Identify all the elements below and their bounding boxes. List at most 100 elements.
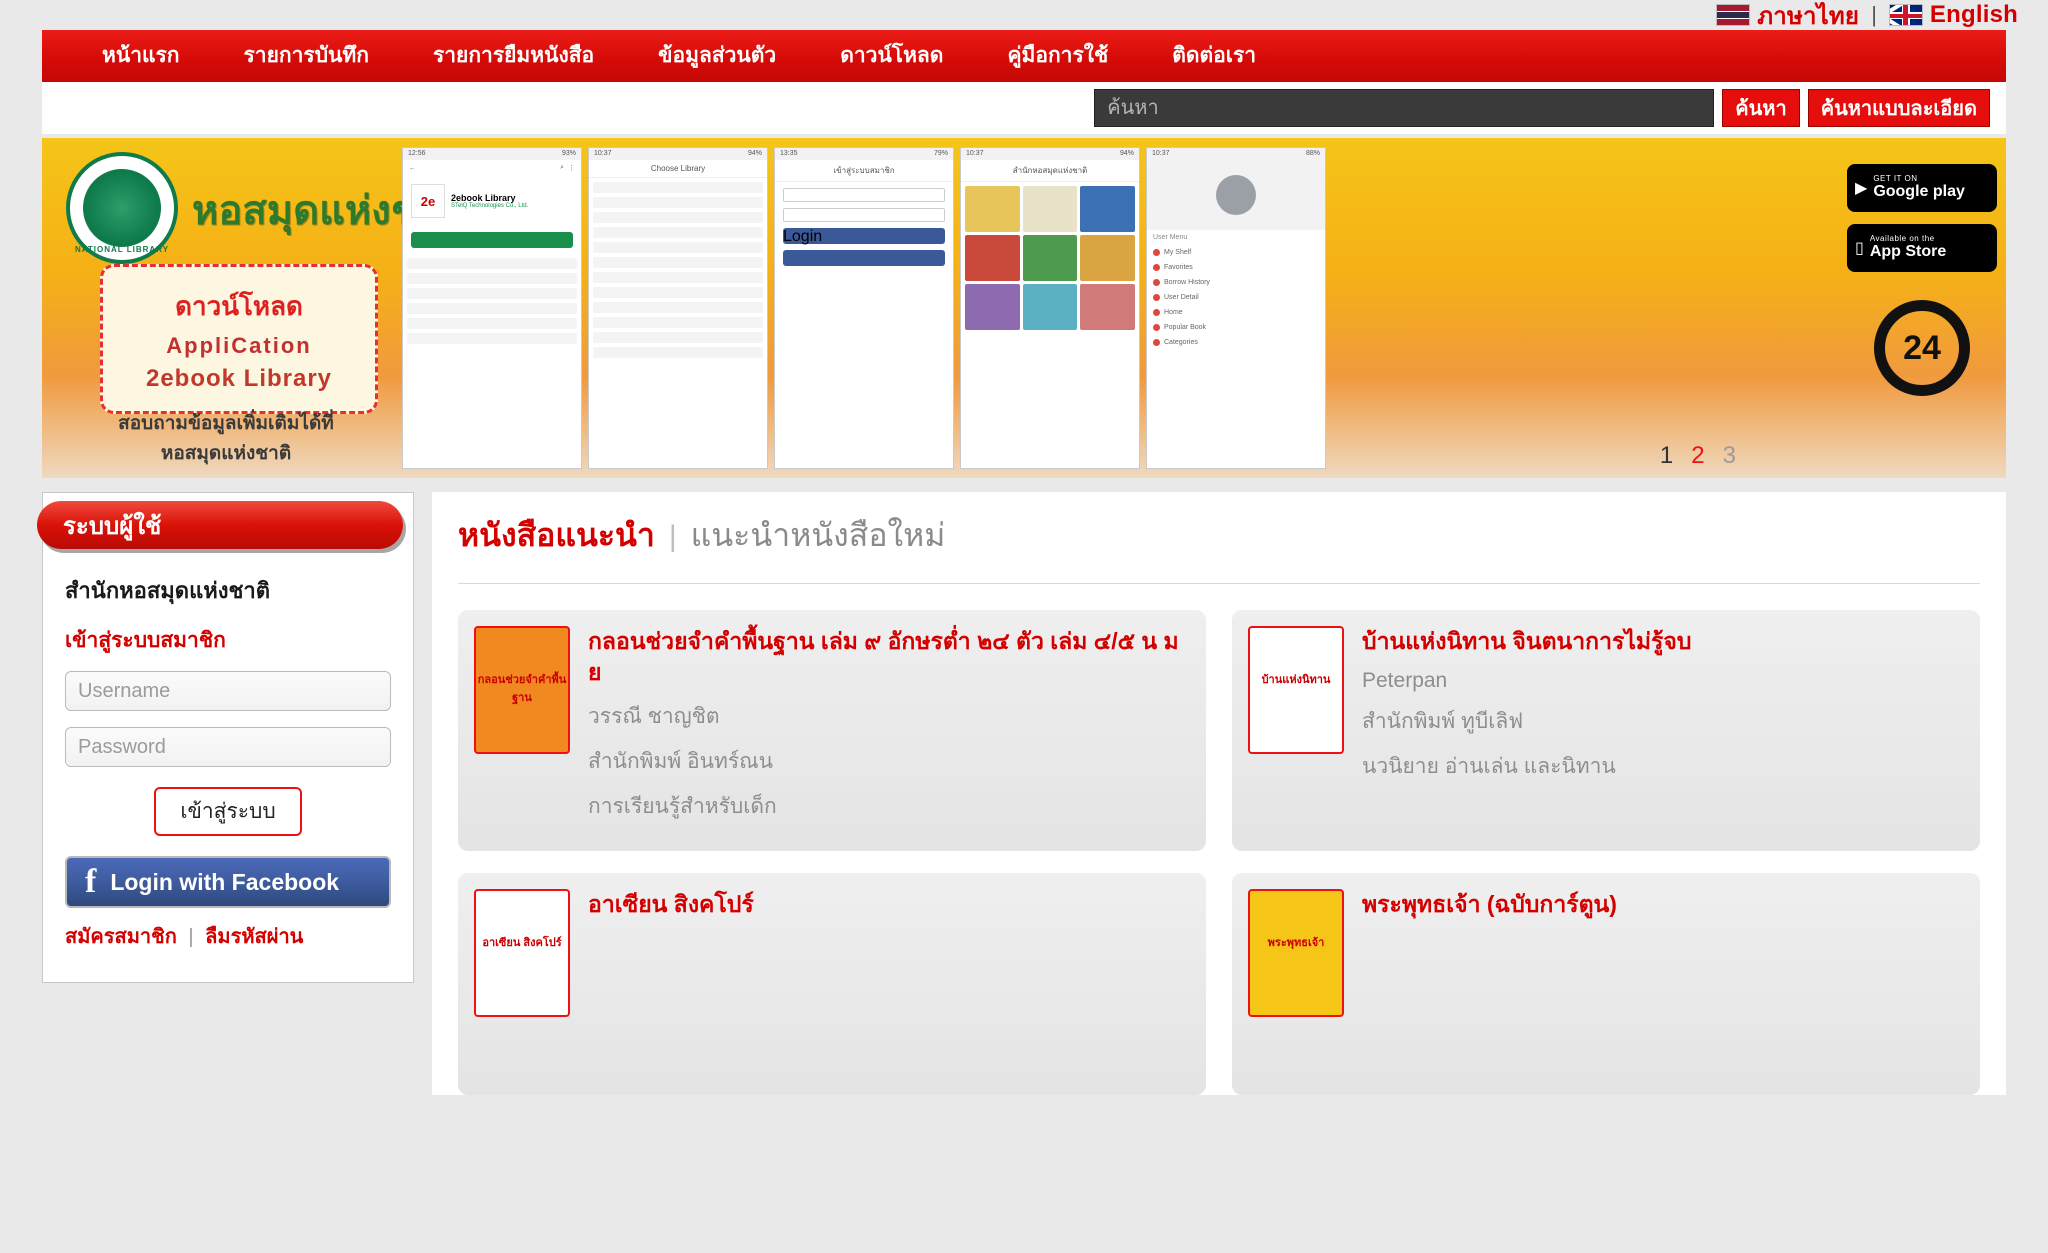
back-arrow-icon: ←: [409, 164, 416, 172]
book-cover-label: พระพุทธเจ้า: [1267, 937, 1325, 950]
apple-device-icon: ▯: [1855, 240, 1864, 257]
phone-screenshot-2: 10:37 94% Choose Library: [588, 147, 768, 469]
advanced-search-button[interactable]: ค้นหาแบบละเอียด: [1807, 89, 1990, 127]
lang-separator: |: [1871, 2, 1877, 27]
facebook-login-button[interactable]: f Login with Facebook: [65, 856, 391, 908]
phone5-time: 10:37: [1152, 150, 1170, 157]
google-play-label: Google play: [1873, 182, 1965, 200]
forgot-password-link[interactable]: ลืมรหัสผ่าน: [205, 926, 303, 948]
tab-new-books[interactable]: แนะนำหนังสือใหม่: [691, 510, 946, 561]
phone3-title: เข้าสู่ระบบสมาชิก: [775, 160, 953, 182]
app-store-label: App Store: [1869, 242, 1947, 260]
service-24h-icon: 24: [1874, 300, 1970, 396]
app-screenshot-gallery: 12:56 93% ← ⌕ ⋮ 2e 2ebook Library STelQ Tec…: [402, 138, 1838, 478]
phone2-battery: 94%: [747, 150, 762, 157]
nav-item-borrow-list[interactable]: รายการยืมหนังสือ: [401, 30, 626, 82]
tab-recommended-books[interactable]: หนังสือแนะนำ: [458, 510, 655, 561]
nav-item-home[interactable]: หน้าแรก: [70, 30, 212, 82]
carousel-pagination: 1 2 3: [1660, 442, 1736, 470]
section-tabs: หนังสือแนะนำ | แนะนำหนังสือใหม่: [458, 510, 1980, 584]
book-cover: บ้านแห่งนิทาน: [1248, 626, 1344, 754]
book-title: กลอนช่วยจำคำพื้นฐาน เล่ม ๙ อักษรต่ำ ๒๔ ต…: [588, 628, 1179, 686]
bubble-line-appname: 2ebook Library: [145, 364, 333, 392]
book-category: นวนิยาย อ่านเล่น และนิทาน: [1362, 755, 1616, 779]
login-button[interactable]: เข้าสู่ระบบ: [154, 787, 302, 836]
book-cover: อาเซียน สิงคโปร์: [474, 889, 570, 1018]
app-store-badge[interactable]: ▯ Available on the App Store: [1847, 224, 1997, 272]
phone-screenshot-4: 10:37 94% สำนักหอสมุดแห่งชาติ: [960, 147, 1140, 469]
phone4-time: 10:37: [966, 150, 984, 157]
national-library-logo-icon: NATIONAL LIBRARY: [66, 152, 178, 264]
lang-option-thai[interactable]: ภาษาไทย: [1716, 0, 1859, 35]
book-cover-label: อาเซียน สิงคโปร์: [482, 937, 562, 950]
book-card[interactable]: บ้านแห่งนิทาน บ้านแห่งนิทาน จินตนาการไม่…: [1232, 610, 1980, 852]
phone4-battery: 94%: [1119, 150, 1134, 157]
logo-ring-text: NATIONAL LIBRARY: [74, 245, 170, 254]
user-detail-icon: [1153, 294, 1160, 301]
popular-icon: [1153, 324, 1160, 331]
thai-flag-icon: [1716, 4, 1751, 26]
carousel-page-3[interactable]: 3: [1723, 442, 1736, 470]
carousel-page-2[interactable]: 2: [1691, 442, 1704, 470]
nav-item-manual[interactable]: คู่มือการใช้: [975, 30, 1140, 82]
lang-english-label: English: [1929, 1, 2018, 28]
facebook-login-label: Login with Facebook: [110, 868, 340, 895]
nav-item-download[interactable]: ดาวน์โหลด: [808, 30, 975, 82]
phone-screenshot-1: 12:56 93% ← ⌕ ⋮ 2e 2ebook Library STelQ Tec…: [402, 147, 582, 469]
promo-banner[interactable]: NATIONAL LIBRARY หอสมุดแห่งชาติ ดาวน์โหล…: [42, 138, 2006, 478]
search-input[interactable]: [1094, 89, 1715, 127]
password-input[interactable]: [65, 727, 391, 767]
book-title: บ้านแห่งนิทาน จินตนาการไม่รู้จบ: [1362, 628, 1692, 654]
book-title: พระพุทธเจ้า (ฉบับการ์ตูน): [1362, 891, 1617, 918]
username-input[interactable]: [65, 671, 391, 711]
book-publisher: สำนักพิมพ์ ทูบีเลิฟ: [1362, 710, 1524, 734]
phone3-time: 13:35: [780, 150, 798, 157]
lang-option-english[interactable]: English: [1888, 1, 2018, 29]
service-24h-label: 24: [1903, 328, 1941, 367]
phone2-title: Choose Library: [589, 160, 767, 178]
user-login-panel: ระบบผู้ใช้ สำนักหอสมุดแห่งชาติ เข้าสู่ระ…: [37, 492, 414, 983]
phone3-login-button: Login: [783, 228, 945, 245]
banner-footer-note: สอบถามข้อมูลเพิ่มเติมได้ที่ หอสมุดแห่งชา…: [118, 413, 334, 464]
bubble-line-download: ดาวน์โหลด: [175, 290, 303, 321]
google-play-icon: ▶: [1855, 180, 1868, 197]
app-logo-icon: 2e: [411, 184, 445, 218]
book-cover-label: กลอนช่วยจำคำพื้นฐาน: [477, 674, 567, 705]
lang-thai-label: ภาษาไทย: [1757, 2, 1860, 30]
page-content: ระบบผู้ใช้ สำนักหอสมุดแห่งชาติ เข้าสู่ระ…: [37, 492, 2006, 1096]
phone1-battery: 93%: [561, 150, 576, 157]
tab-separator: |: [668, 520, 677, 553]
banner-branding: NATIONAL LIBRARY หอสมุดแห่งชาติ ดาวน์โหล…: [42, 138, 466, 478]
phone-screenshot-3: 13:35 79% เข้าสู่ระบบสมาชิก Login: [774, 147, 954, 469]
phone1-time: 12:56: [408, 150, 426, 157]
book-card[interactable]: อาเซียน สิงคโปร์ อาเซียน สิงคโปร์: [458, 873, 1206, 1096]
recommended-books-section: หนังสือแนะนำ | แนะนำหนังสือใหม่ กลอนช่วย…: [432, 492, 2006, 1096]
phone2-time: 10:37: [594, 150, 612, 157]
favorites-icon: [1153, 264, 1160, 271]
nav-item-contact[interactable]: ติดต่อเรา: [1140, 30, 1288, 82]
nav-item-bookmarks[interactable]: รายการบันทึก: [212, 30, 401, 82]
carousel-page-1[interactable]: 1: [1660, 442, 1673, 470]
bubble-line-application: AppliCation: [166, 332, 312, 358]
phone4-title: สำนักหอสมุดแห่งชาติ: [961, 160, 1139, 182]
download-speech-bubble: ดาวน์โหลด AppliCation 2ebook Library: [100, 264, 378, 414]
book-card[interactable]: พระพุทธเจ้า พระพุทธเจ้า (ฉบับการ์ตูน): [1232, 873, 1980, 1096]
login-section-title: เข้าสู่ระบบสมาชิก: [65, 629, 226, 652]
book-card[interactable]: กลอนช่วยจำคำพื้นฐาน กลอนช่วยจำคำพื้นฐาน …: [458, 610, 1206, 852]
home-icon: [1153, 309, 1160, 316]
search-bar: ค้นหา ค้นหาแบบละเอียด: [42, 82, 2006, 134]
phone5-battery: 88%: [1305, 150, 1320, 157]
phone3-battery: 79%: [933, 150, 948, 157]
uk-flag-icon: [1888, 4, 1923, 26]
book-cover-label: บ้านแห่งนิทาน: [1261, 674, 1331, 687]
account-links: สมัครสมาชิก | ลืมรหัสผ่าน: [65, 920, 391, 952]
facebook-icon: f: [85, 863, 97, 900]
register-link[interactable]: สมัครสมาชิก: [65, 926, 177, 948]
phone-screenshot-5: 10:37 88% User Menu My Shelf Favorites Bo…: [1146, 147, 1326, 469]
book-grid: กลอนช่วยจำคำพื้นฐาน กลอนช่วยจำคำพื้นฐาน …: [458, 584, 1980, 1096]
phone5-menu-label: User Menu: [1153, 234, 1188, 241]
search-button[interactable]: ค้นหา: [1722, 89, 1800, 127]
nav-item-profile[interactable]: ข้อมูลส่วนตัว: [626, 30, 808, 82]
book-cover: พระพุทธเจ้า: [1248, 889, 1344, 1018]
google-play-badge[interactable]: ▶ GET IT ON Google play: [1847, 164, 1997, 212]
